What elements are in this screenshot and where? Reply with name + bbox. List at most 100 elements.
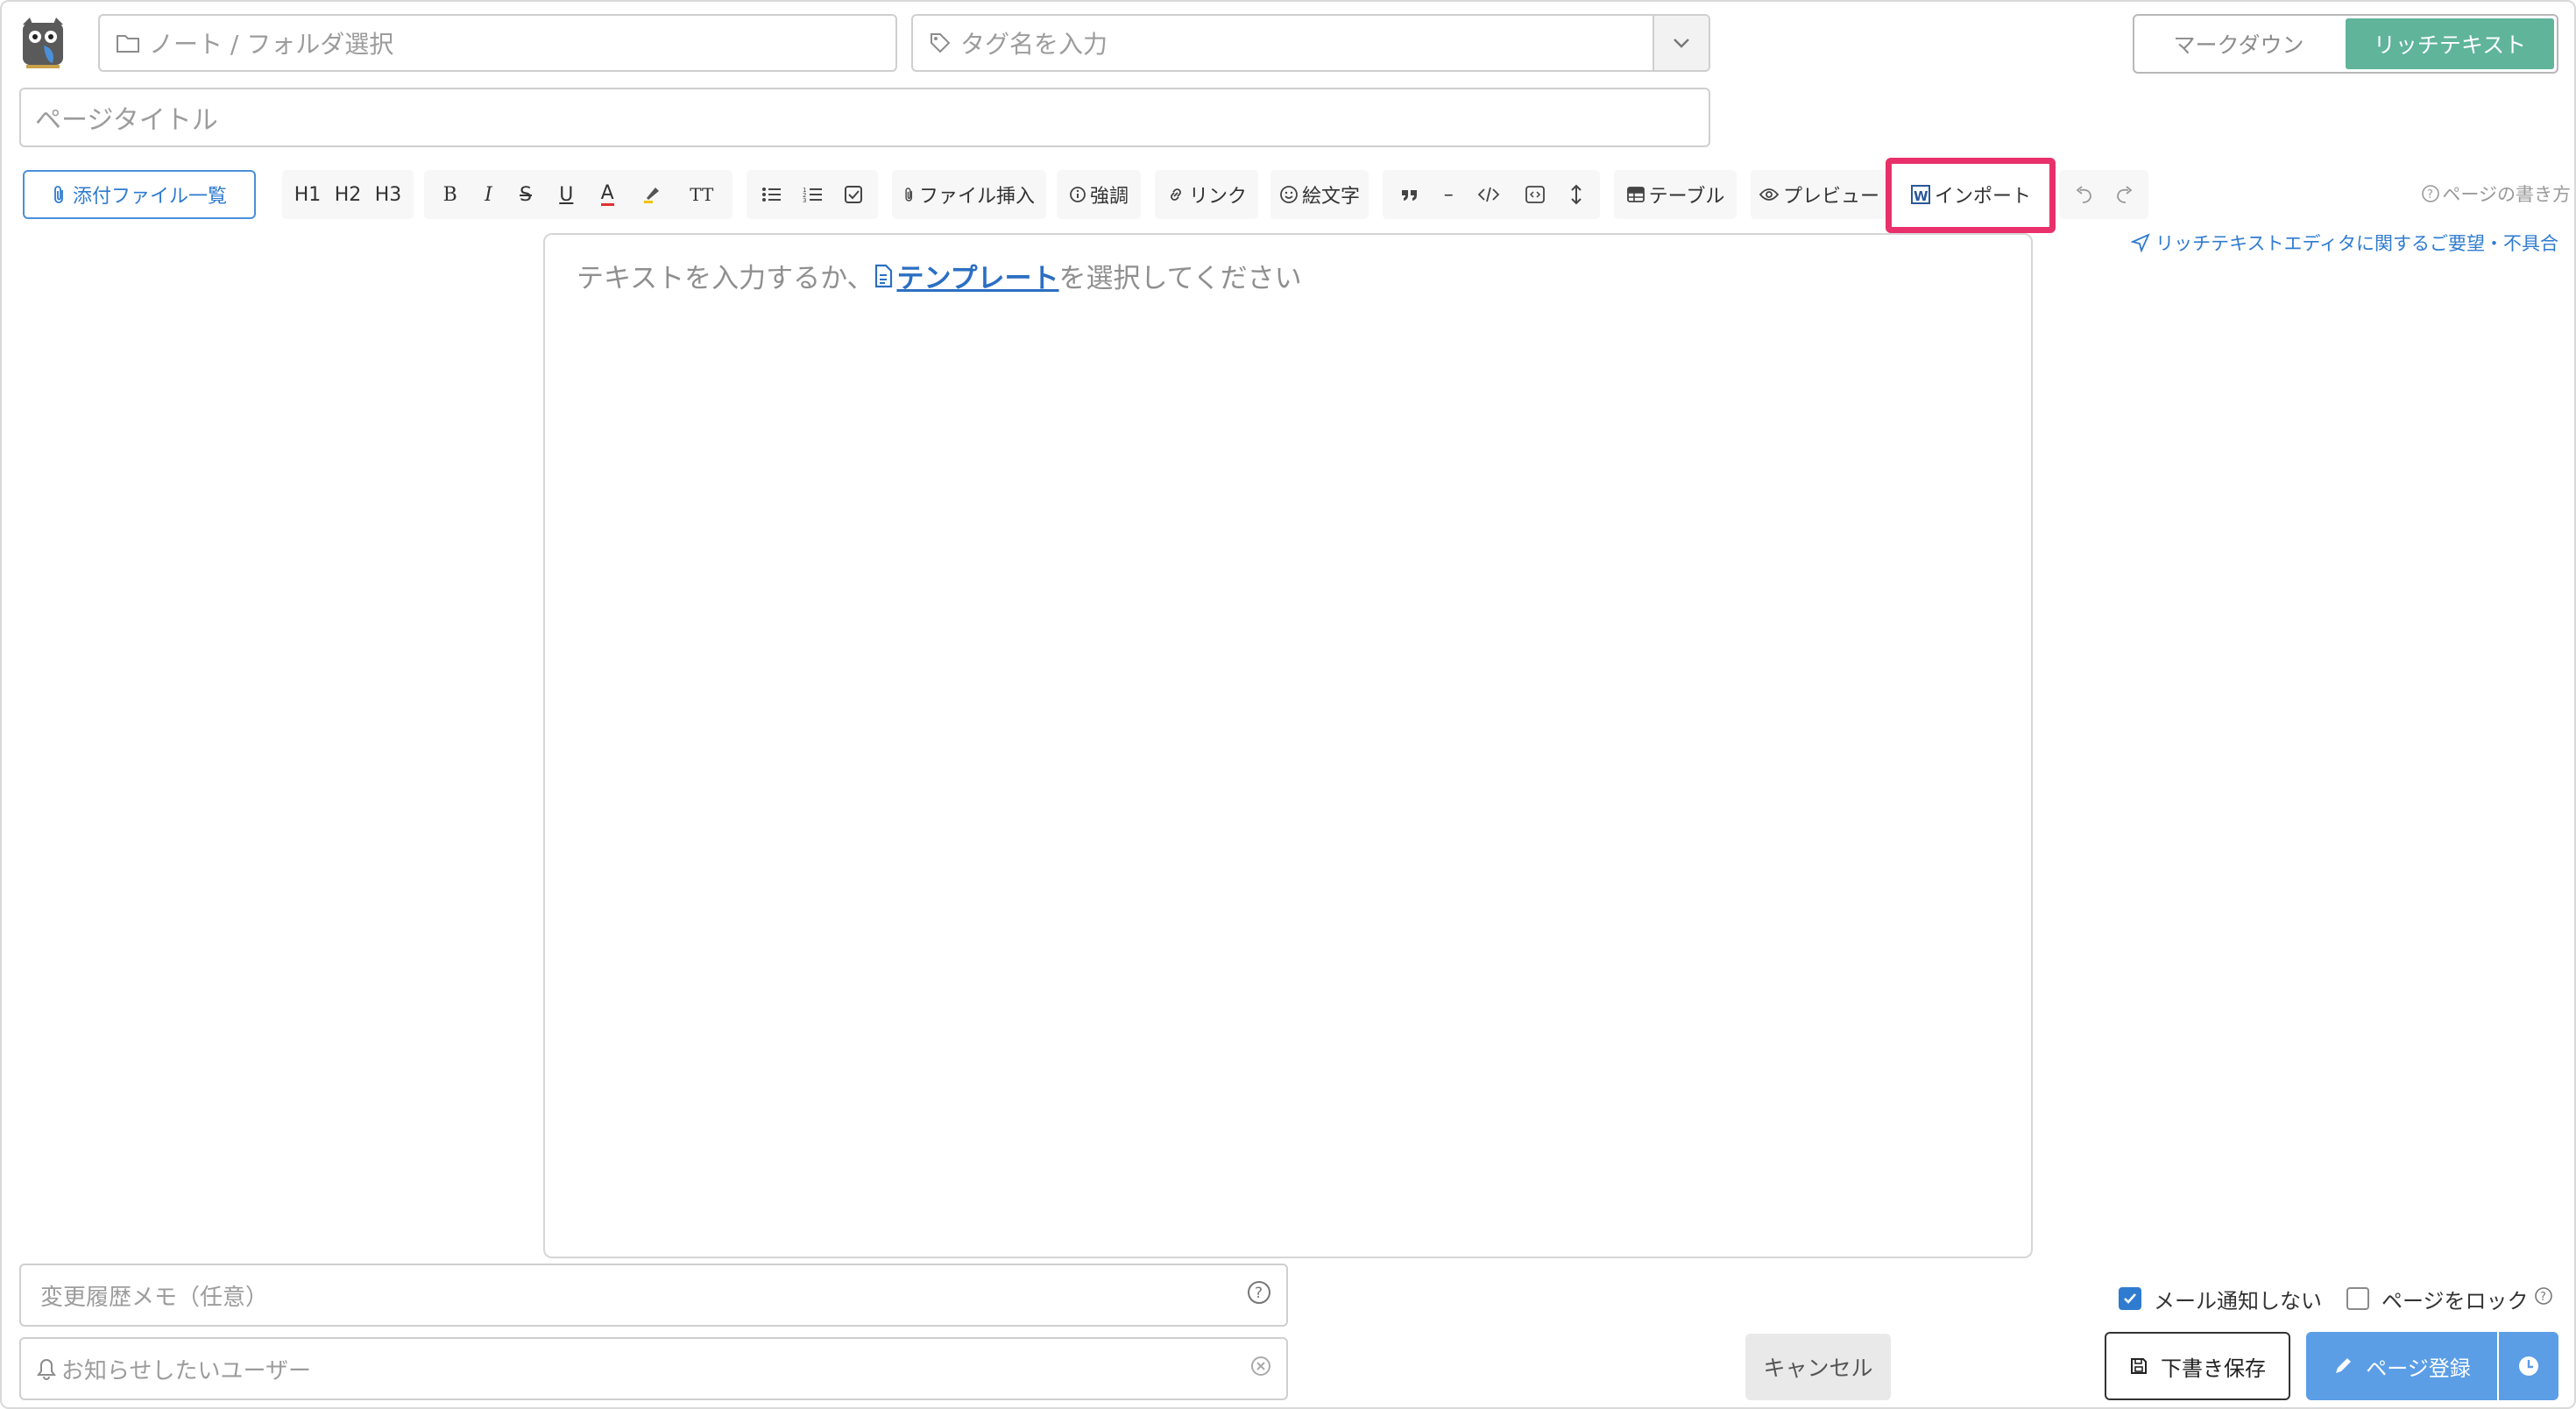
- bullet-list-icon: [762, 188, 782, 202]
- cancel-button[interactable]: キャンセル: [1745, 1334, 1891, 1400]
- app-logo[interactable]: [18, 16, 68, 72]
- code-icon: [1478, 187, 1500, 202]
- bullet-list-button[interactable]: [761, 186, 782, 203]
- preview-button[interactable]: プレビュー: [1759, 181, 1879, 209]
- notify-users-input[interactable]: お知らせしたいユーザー: [19, 1337, 1288, 1400]
- vertical-arrows-icon: [1571, 184, 1582, 205]
- help-circle-icon[interactable]: ?: [1246, 1279, 1272, 1312]
- tag-icon: [929, 32, 952, 54]
- page-title-placeholder: ページタイトル: [35, 105, 218, 136]
- table-button[interactable]: テーブル: [1626, 181, 1725, 209]
- bell-icon: [37, 1357, 56, 1380]
- table-group: テーブル: [1614, 170, 1737, 219]
- mail-notify-checkbox[interactable]: [2119, 1287, 2141, 1310]
- clock-icon: [2519, 1356, 2538, 1376]
- attachments-list-label: 添付ファイル一覧: [72, 186, 227, 208]
- schedule-publish-button[interactable]: [2499, 1332, 2558, 1400]
- emphasis-button[interactable]: 強調: [1069, 181, 1129, 209]
- import-highlight-box: [1886, 158, 2056, 233]
- save-draft-button[interactable]: 下書き保存: [2105, 1332, 2290, 1400]
- font-size-button[interactable]: TT: [690, 184, 713, 205]
- h3-button[interactable]: H3: [375, 184, 402, 206]
- how-to-write-label: ページの書き方: [2442, 184, 2571, 205]
- svg-text:?: ?: [2540, 1291, 2546, 1304]
- chevron-down-icon: [1674, 39, 1689, 48]
- line-height-button[interactable]: [1570, 184, 1582, 205]
- editor-placeholder-after: を選択してください: [1058, 263, 1302, 294]
- clear-icon[interactable]: [1249, 1355, 1272, 1384]
- svg-text:?: ?: [2427, 188, 2433, 202]
- underline-button[interactable]: U: [559, 184, 573, 206]
- italic-button[interactable]: I: [485, 184, 492, 206]
- quote-button[interactable]: [1400, 187, 1419, 202]
- template-link[interactable]: テンプレート: [874, 256, 1059, 295]
- eye-icon: [1759, 188, 1780, 201]
- preview-label: プレビュー: [1782, 186, 1879, 208]
- help-circle-icon[interactable]: ?: [2534, 1286, 2553, 1311]
- code-block-button[interactable]: [1525, 185, 1546, 204]
- info-circle-icon: [1070, 187, 1086, 202]
- file-insert-button[interactable]: ファイル挿入: [903, 181, 1035, 209]
- note-folder-placeholder: ノート / フォルダ選択: [149, 30, 394, 59]
- highlight-button[interactable]: [641, 184, 662, 205]
- feedback-label: リッチテキストエディタに関するご要望・不具合: [2155, 233, 2558, 254]
- link-button[interactable]: リンク: [1166, 181, 1247, 209]
- change-memo-input[interactable]: 変更履歴メモ（任意） ?: [19, 1264, 1288, 1327]
- template-link-label: テンプレート: [896, 263, 1059, 294]
- emoji-button[interactable]: 絵文字: [1279, 181, 1360, 209]
- redo-button[interactable]: [2113, 185, 2134, 204]
- page-title-input[interactable]: ページタイトル: [19, 88, 1710, 147]
- text-format-group: B I S U A TT: [424, 170, 732, 219]
- attachments-list-button[interactable]: 添付ファイル一覧: [23, 170, 256, 219]
- file-insert-label: ファイル挿入: [918, 186, 1035, 208]
- undo-button[interactable]: [2074, 185, 2095, 204]
- code-button[interactable]: [1477, 186, 1500, 203]
- h2-button[interactable]: H2: [335, 184, 362, 206]
- emphasis-label: 強調: [1089, 186, 1129, 208]
- text-color-button[interactable]: A: [600, 183, 614, 206]
- folder-icon: [116, 32, 140, 53]
- link-label: リンク: [1188, 186, 1247, 208]
- lock-page-option[interactable]: ページをロック ?: [2346, 1285, 2553, 1313]
- bold-button[interactable]: B: [443, 184, 457, 206]
- register-page-button[interactable]: ページ登録: [2306, 1332, 2497, 1400]
- editor-placeholder: テキストを入力するか、 テンプレート を選択してください: [577, 256, 1302, 295]
- tag-placeholder: タグ名を入力: [960, 30, 1108, 59]
- how-to-write-link[interactable]: ? ページの書き方: [2383, 181, 2571, 207]
- h1-button[interactable]: H1: [294, 184, 322, 206]
- strikethrough-button[interactable]: S: [520, 184, 532, 206]
- richtext-mode-button[interactable]: リッチテキスト: [2346, 18, 2554, 69]
- tag-dropdown-button[interactable]: [1652, 16, 1709, 70]
- svg-text:?: ?: [1255, 1285, 1263, 1302]
- numbered-list-button[interactable]: 123: [803, 186, 824, 203]
- lock-page-checkbox[interactable]: [2346, 1287, 2369, 1310]
- emoji-label: 絵文字: [1301, 186, 1360, 208]
- document-icon: [875, 264, 893, 287]
- register-page-label: ページ登録: [2366, 1356, 2471, 1381]
- markdown-mode-button[interactable]: マークダウン: [2134, 16, 2343, 72]
- help-circle-icon: ?: [2422, 185, 2440, 202]
- horizontal-rule-button[interactable]: –: [1444, 184, 1454, 206]
- feedback-link[interactable]: リッチテキストエディタに関するご要望・不具合: [2103, 230, 2558, 256]
- table-label: テーブル: [1648, 186, 1725, 208]
- paperclip-icon: [905, 188, 913, 202]
- emoji-group: 絵文字: [1270, 170, 1369, 219]
- rich-text-editor[interactable]: [543, 233, 2033, 1258]
- note-folder-select[interactable]: ノート / フォルダ選択: [98, 14, 897, 72]
- link-group: リンク: [1155, 170, 1258, 219]
- editor-placeholder-before: テキストを入力するか、: [577, 263, 874, 294]
- mail-notify-option[interactable]: メール通知しない: [2119, 1285, 2322, 1313]
- heading-group: H1 H2 H3: [282, 170, 414, 219]
- tag-input[interactable]: タグ名を入力: [911, 14, 1710, 72]
- quote-icon: [1401, 190, 1417, 201]
- smiley-icon: [1280, 186, 1298, 203]
- checklist-button[interactable]: [844, 185, 863, 204]
- table-icon: [1626, 187, 1645, 202]
- change-memo-placeholder: 変更履歴メモ（任意）: [40, 1284, 269, 1311]
- save-icon: [2131, 1358, 2147, 1374]
- svg-text:3: 3: [803, 197, 806, 203]
- history-group: [2059, 170, 2148, 219]
- block-group: –: [1383, 170, 1600, 219]
- code-block-icon: [1525, 186, 1546, 203]
- preview-group: プレビュー: [1751, 170, 1887, 219]
